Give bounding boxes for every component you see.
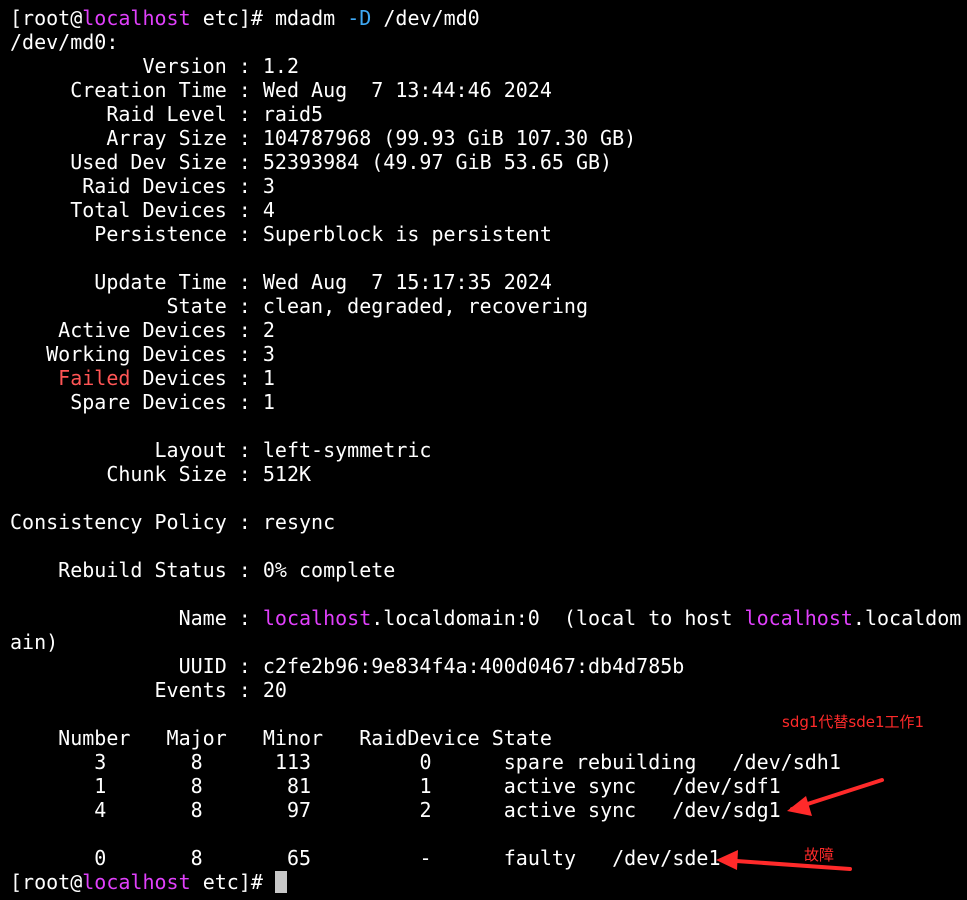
annotation-fault-label: 故障 — [804, 846, 835, 864]
arrow-icon — [787, 778, 884, 816]
annotation-arrows — [716, 778, 884, 871]
annotation-replace-label: sdg1代替sde1工作1 — [782, 713, 925, 731]
